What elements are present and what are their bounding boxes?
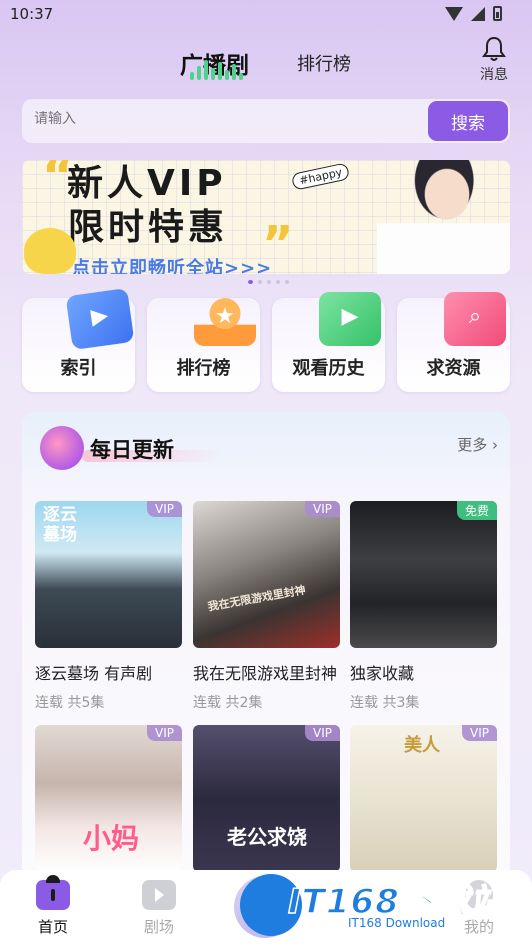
book-cover: 老公求饶 VIP <box>193 725 340 872</box>
banner-pagination <box>248 280 289 284</box>
book-card[interactable]: 小妈 VIP <box>35 725 182 872</box>
vip-badge: VIP <box>147 725 182 741</box>
book-title: 逐云墓场 有声剧 <box>35 664 153 683</box>
banner-dot <box>267 280 271 284</box>
shortcut-row: ▶ 索引 ★ 排行榜 ▶ 观看历史 ⌕ 求资源 <box>22 287 510 392</box>
history-icon: ▶ <box>319 292 381 346</box>
banner-cta: 点击立即畅听全站>>> <box>72 258 273 274</box>
book-cover: 逐云墓场 VIP <box>35 501 182 648</box>
active-tab-wave-indicator <box>190 58 243 80</box>
disc-icon <box>40 426 84 470</box>
tv-icon <box>142 880 176 910</box>
search-button[interactable]: 搜索 <box>428 101 508 141</box>
messages-button[interactable]: 消息 <box>478 36 510 83</box>
top-tabs: 广播剧 排行榜 <box>0 42 532 90</box>
book-card[interactable]: 美人 VIP <box>350 725 497 872</box>
signal-icon <box>471 6 485 21</box>
search-input[interactable] <box>34 111 414 127</box>
status-time: 10:37 <box>10 5 54 23</box>
vip-badge: VIP <box>147 501 182 517</box>
shortcut-label: 观看历史 <box>292 358 365 379</box>
search-bar: 搜索 <box>22 99 510 143</box>
more-label: 更多 <box>457 436 488 454</box>
status-bar: 10:37 <box>0 0 532 30</box>
free-badge: 免费 <box>456 501 497 520</box>
watermark-subtitle: IT168 Download <box>348 916 446 930</box>
messages-label: 消息 <box>480 67 508 83</box>
book-meta: 连载 共5集 <box>35 695 105 711</box>
banner-dot <box>285 280 289 284</box>
book-cover: 美人 VIP <box>350 725 497 872</box>
cover-title-text: 老公求饶 <box>227 825 307 849</box>
book-card[interactable]: 老公求饶 VIP <box>193 725 340 872</box>
shortcut-label: 求资源 <box>426 358 481 379</box>
book-card[interactable]: 我在无限游戏里封神 VIP 我在无限游戏里封神 连载 共2集 <box>193 501 340 712</box>
shortcut-label: 排行榜 <box>176 358 231 379</box>
cover-title-text: 小妈 <box>83 822 140 855</box>
book-meta: 连载 共2集 <box>193 695 263 711</box>
tab-ranking[interactable]: 排行榜 <box>297 50 351 76</box>
book-cover: 免费 <box>350 501 497 648</box>
daily-updates-section: 每日更新 更多 › 逐云墓场 VIP 逐云墓场 有声剧 连载 共5集 我在无限游… <box>22 412 510 882</box>
book-title: 独家收藏 <box>350 664 415 683</box>
film-icon: ▶ <box>65 287 135 351</box>
shortcut-index[interactable]: ▶ 索引 <box>22 287 135 392</box>
chick-mascot-image <box>24 228 76 274</box>
shortcut-history[interactable]: ▶ 观看历史 <box>272 292 385 392</box>
search-folder-icon: ⌕ <box>444 292 506 346</box>
vip-badge: VIP <box>305 501 340 517</box>
shortcut-label: 索引 <box>60 358 97 379</box>
more-link[interactable]: 更多 › <box>457 434 498 455</box>
wifi-icon <box>445 6 463 21</box>
book-meta: 连载 共3集 <box>350 695 420 711</box>
status-icons <box>445 6 502 21</box>
banner-character-image <box>377 160 510 274</box>
book-card[interactable]: 免费 独家收藏 连载 共3集 <box>350 501 497 712</box>
cover-title-text: 美人 <box>404 735 440 756</box>
book-title: 我在无限游戏里封神 <box>193 664 338 683</box>
vip-badge: VIP <box>305 725 340 741</box>
battery-icon <box>493 6 502 21</box>
home-icon <box>36 875 70 910</box>
nav-home[interactable]: 首页 <box>18 875 88 937</box>
banner-dot <box>258 280 262 284</box>
book-cover: 我在无限游戏里封神 VIP <box>193 501 340 648</box>
section-title: 每日更新 <box>90 438 174 462</box>
shortcut-request[interactable]: ⌕ 求资源 <box>397 292 510 392</box>
banner-headline-2: 限时特惠 <box>68 207 229 248</box>
nav-theater-label: 剧场 <box>143 918 174 936</box>
banner-dot <box>276 280 280 284</box>
book-cover: 小妈 VIP <box>35 725 182 872</box>
shortcut-ranking[interactable]: ★ 排行榜 <box>147 292 260 392</box>
trophy-icon: ★ <box>194 292 256 346</box>
cover-title-text: 逐云墓场 <box>43 505 77 546</box>
promo-banner[interactable]: “ ” 新人VIP 限时特惠 点击立即畅听全站>>> #happy <box>22 160 510 274</box>
nav-theater[interactable]: 剧场 <box>124 880 194 937</box>
banner-hashtag: #happy <box>290 162 351 191</box>
bell-icon <box>482 36 506 61</box>
nav-home-label: 首页 <box>37 918 68 936</box>
banner-dot-active <box>248 280 253 284</box>
book-card[interactable]: 逐云墓场 VIP 逐云墓场 有声剧 连载 共5集 <box>35 501 182 712</box>
vip-badge: VIP <box>462 725 497 741</box>
cover-title-text: 我在无限游戏里封神 <box>206 583 307 614</box>
site-watermark: IT168下载站 IT168 Download <box>236 866 532 944</box>
